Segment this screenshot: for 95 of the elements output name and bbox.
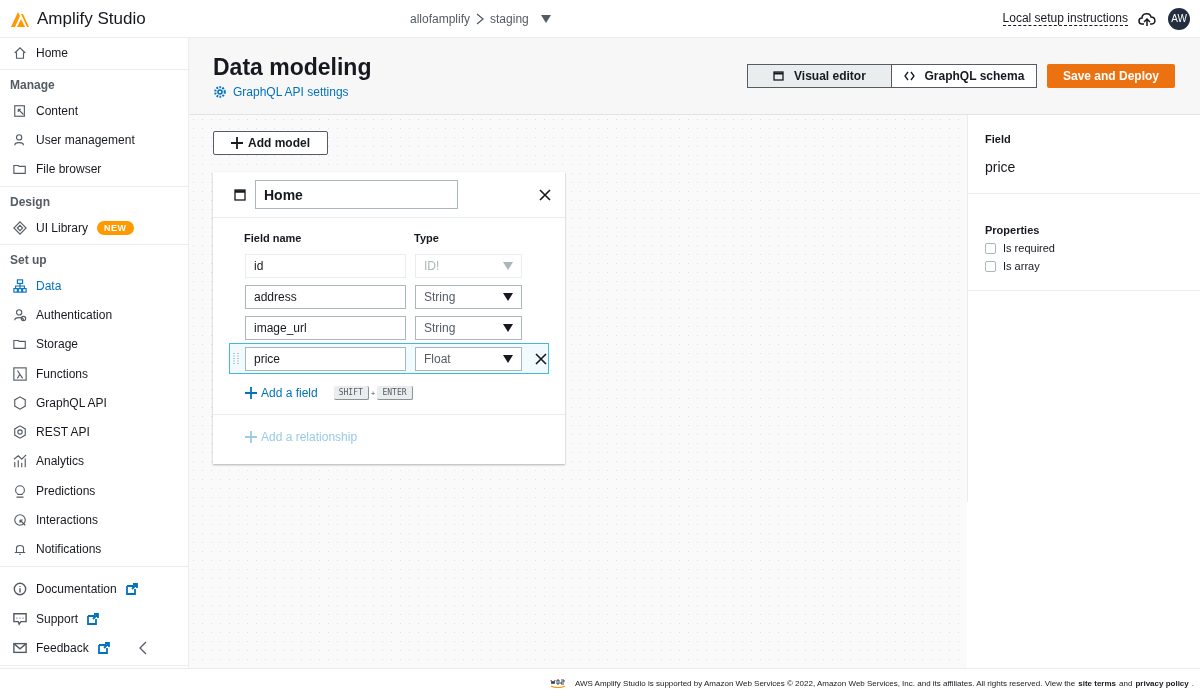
- caret-down-icon: [503, 324, 513, 332]
- window-icon: [234, 188, 246, 201]
- code-icon: [903, 71, 915, 81]
- plus-sign: +: [370, 388, 376, 398]
- chat-icon: [13, 611, 27, 626]
- field-row[interactable]: price Float: [229, 343, 549, 374]
- view-tab[interactable]: GraphQL schema: [891, 64, 1037, 88]
- diamond-icon: [13, 220, 27, 235]
- checkbox[interactable]: [985, 242, 996, 254]
- breadcrumb-item[interactable]: staging: [490, 11, 529, 26]
- document-cursor-icon: [13, 103, 27, 118]
- type-dropdown[interactable]: String: [415, 285, 522, 309]
- add-model-button[interactable]: Add model: [213, 131, 328, 155]
- field-row[interactable]: address String: [229, 281, 549, 312]
- add-field-link[interactable]: Add a field: [245, 386, 318, 400]
- sidebar-item[interactable]: Interactions: [0, 505, 188, 535]
- sidebar-item[interactable]: Predictions: [0, 476, 188, 506]
- checkbox-label: Is array: [1003, 260, 1040, 272]
- new-badge: NEW: [97, 220, 134, 235]
- model-name-field[interactable]: Home: [255, 180, 458, 209]
- house-icon: [13, 45, 27, 60]
- plus-icon: [231, 137, 243, 149]
- sidebar-item[interactable]: REST API: [0, 417, 188, 447]
- app-name: Amplify Studio: [37, 8, 146, 29]
- sidebar-item[interactable]: UI Library NEW: [0, 213, 188, 243]
- drag-handle-icon: [233, 352, 239, 366]
- footer-text: and: [1119, 678, 1133, 688]
- checkbox[interactable]: [985, 260, 996, 272]
- envelope-icon: [13, 641, 27, 656]
- sidebar-item[interactable]: Analytics: [0, 446, 188, 476]
- user-avatar[interactable]: AW: [1168, 7, 1190, 30]
- sidebar-item[interactable]: Content: [0, 96, 188, 126]
- sidebar-item[interactable]: Documentation: [0, 574, 188, 605]
- external-link-icon: [125, 583, 138, 596]
- field-value: price: [985, 159, 1017, 175]
- external-link-icon: [87, 612, 100, 625]
- section-heading: Design: [9, 194, 51, 211]
- caret-down-icon: [503, 293, 513, 301]
- settings-link[interactable]: GraphQL API settings: [213, 85, 747, 99]
- type-dropdown[interactable]: Float: [415, 347, 522, 371]
- external-link-icon: [97, 642, 110, 655]
- page-title: Data modeling: [213, 54, 373, 81]
- checkbox-label: Is required: [1003, 242, 1055, 254]
- sidebar-item[interactable]: File browser: [0, 154, 188, 184]
- column-header: Type: [414, 232, 440, 244]
- gear-hexagon-icon: [13, 425, 27, 440]
- footer-link[interactable]: privacy policy: [1135, 678, 1189, 688]
- plus-icon: [245, 431, 257, 443]
- plus-icon: [245, 387, 257, 399]
- window-icon: [773, 71, 785, 81]
- view-tab[interactable]: Visual editor: [746, 64, 892, 88]
- field-name-input[interactable]: price: [245, 347, 406, 371]
- chevron-right-icon: [476, 12, 485, 25]
- bell-icon: [13, 542, 27, 557]
- field-row[interactable]: image_url String: [229, 312, 549, 343]
- sidebar-item[interactable]: Feedback: [0, 633, 188, 663]
- person-check-icon: [13, 308, 27, 323]
- keyboard-key: SHIFT: [333, 386, 369, 400]
- folder-icon: [13, 162, 27, 177]
- footer-text: .: [1191, 678, 1194, 688]
- breadcrumb-item[interactable]: allofamplify: [410, 11, 471, 26]
- caret-down-icon: [503, 355, 513, 363]
- close-icon: [535, 353, 547, 365]
- lambda-icon: [13, 366, 27, 381]
- sidebar-item[interactable]: Functions: [0, 359, 188, 389]
- footer-link[interactable]: site terms: [1078, 678, 1117, 688]
- people-icon: [13, 133, 27, 148]
- bar-chart-icon: [13, 454, 27, 469]
- hierarchy-icon: [13, 278, 27, 293]
- section-heading: Manage: [9, 77, 56, 95]
- hexagon-icon: [13, 395, 27, 410]
- keyboard-key: ENTER: [377, 386, 413, 400]
- sidebar-item[interactable]: Storage: [0, 329, 188, 359]
- info-icon: [13, 582, 27, 597]
- close-icon: [539, 188, 551, 201]
- section-heading: Set up: [9, 252, 48, 270]
- panel-heading: Field: [985, 133, 1012, 145]
- panel-heading: Properties: [985, 224, 1041, 236]
- sidebar-item[interactable]: Home: [0, 38, 188, 68]
- settings-icon: [213, 85, 227, 99]
- setup-instructions-link[interactable]: Local setup instructions: [1002, 11, 1128, 26]
- sidebar-item[interactable]: Support: [0, 604, 188, 634]
- caret-down-icon: [503, 262, 513, 270]
- sidebar-item[interactable]: User management: [0, 125, 188, 155]
- chevron-left-icon: [138, 641, 148, 656]
- type-dropdown[interactable]: String: [415, 316, 522, 340]
- folder-icon: [13, 337, 27, 352]
- field-name-input[interactable]: image_url: [245, 316, 406, 340]
- sidebar-item[interactable]: Notifications: [0, 534, 188, 564]
- field-name-input[interactable]: address: [245, 285, 406, 309]
- sidebar-item[interactable]: Authentication: [0, 300, 188, 330]
- caret-down-icon: [540, 14, 551, 23]
- sidebar-item[interactable]: GraphQL API: [0, 388, 188, 418]
- column-header: Field name: [244, 232, 303, 244]
- footer-text: AWS Amplify Studio is supported by Amazon Web Services © 2022, Amazon Web Services, Inc. and its affiliates. All rights reserved. View the: [574, 678, 1076, 688]
